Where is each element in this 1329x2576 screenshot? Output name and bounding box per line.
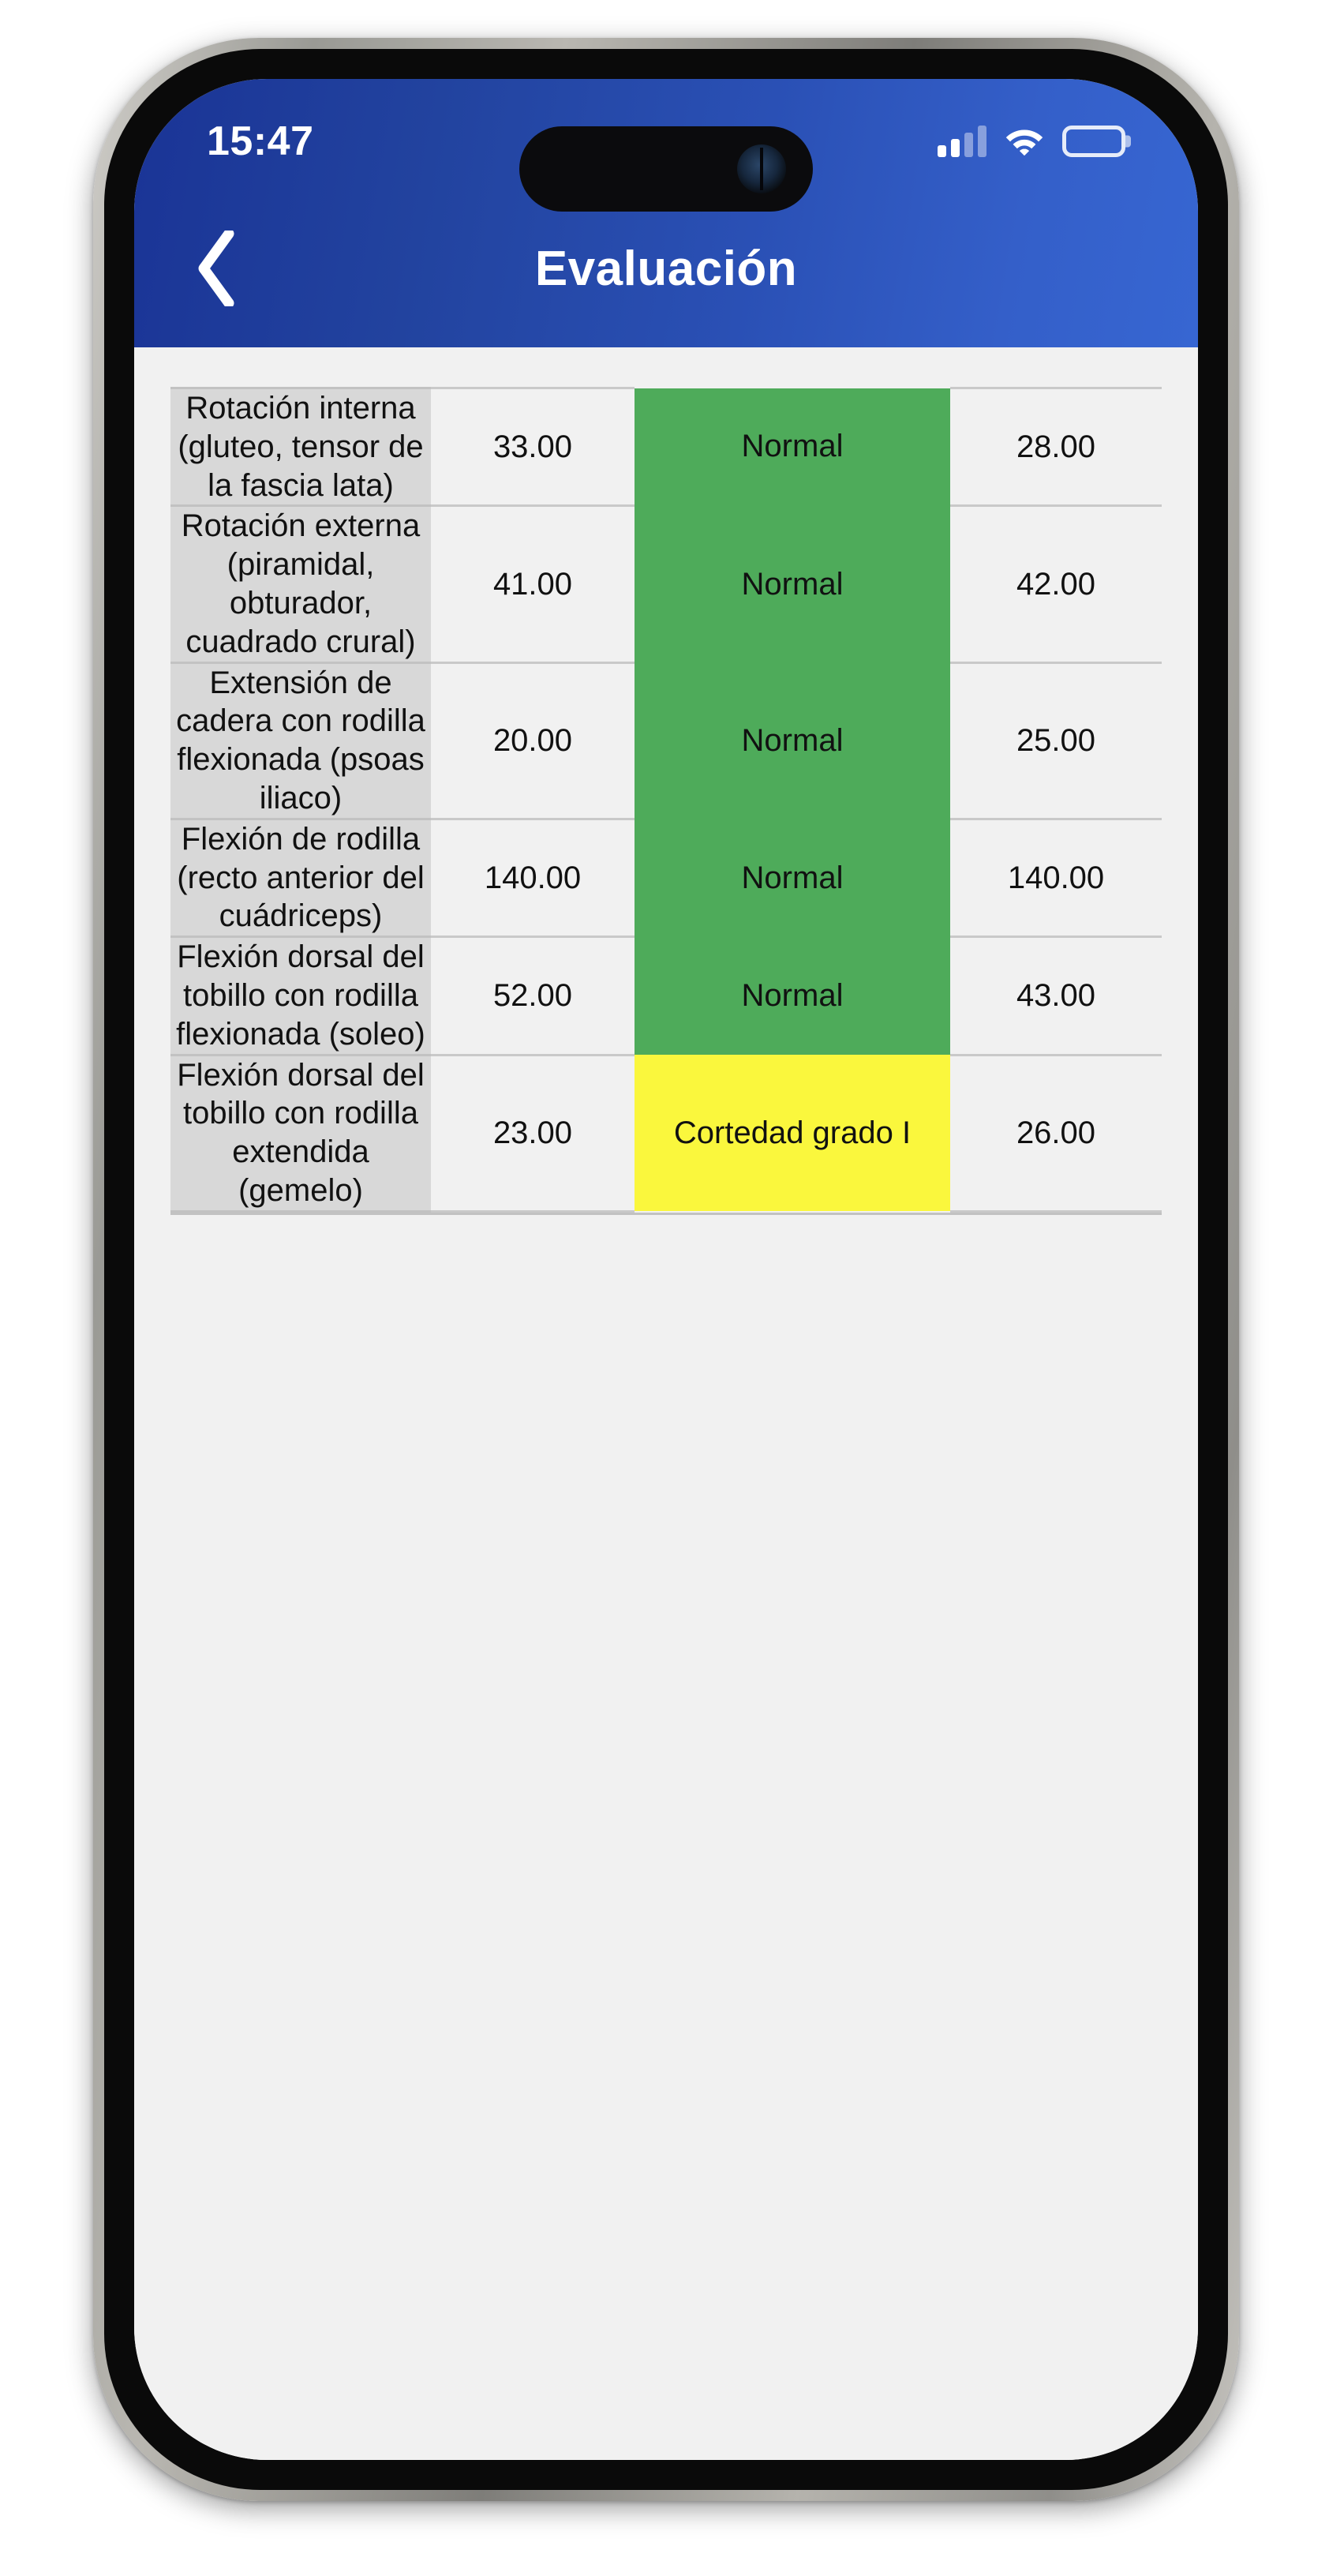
evaluation-content: Rotación interna (gluteo, tensor de la f… [134,347,1198,2460]
table-row[interactable]: Flexión dorsal del tobillo con rodilla f… [170,936,1162,1056]
row-measurement-name: Flexión de rodilla (recto anterior del c… [170,819,431,939]
row-right-value: 43.00 [950,936,1162,1056]
back-button[interactable] [169,221,264,316]
row-right-value: 28.00 [950,386,1162,508]
row-status-badge: Normal [635,662,950,819]
table-row[interactable]: Flexión de rodilla (recto anterior del c… [170,819,1162,939]
phone-device-frame: 15:47 Evaluación Rotación interna (glute… [93,38,1239,2501]
row-status-badge: Normal [635,505,950,663]
row-left-value: 140.00 [431,819,635,939]
row-status-badge: Normal [635,819,950,937]
phone-screen: 15:47 Evaluación Rotación interna (glute… [134,79,1198,2460]
app-bar: 15:47 Evaluación [134,79,1198,347]
row-measurement-name: Rotación interna (gluteo, tensor de la f… [170,386,431,508]
row-right-value: 42.00 [950,505,1162,664]
chevron-left-icon [196,231,237,306]
row-measurement-name: Extensión de cadera con rodilla flexiona… [170,662,431,820]
signal-bars-icon [938,126,986,157]
battery-icon [1062,126,1125,157]
table-row[interactable]: Rotación interna (gluteo, tensor de la f… [170,386,1162,508]
wifi-icon [1004,124,1045,159]
table-row[interactable]: Flexión dorsal del tobillo con rodilla e… [170,1055,1162,1213]
row-left-value: 52.00 [431,936,635,1056]
status-bar-time: 15:47 [207,118,314,164]
page-title: Evaluación [534,241,798,296]
table-row[interactable]: Extensión de cadera con rodilla flexiona… [170,662,1162,820]
row-measurement-name: Flexión dorsal del tobillo con rodilla e… [170,1055,431,1213]
status-bar-icons [938,110,1125,159]
evaluation-table: Rotación interna (gluteo, tensor de la f… [170,386,1162,1213]
row-measurement-name: Flexión dorsal del tobillo con rodilla f… [170,936,431,1056]
row-right-value: 25.00 [950,662,1162,820]
table-bottom-divider [170,1212,1162,1215]
row-measurement-name: Rotación externa (piramidal, obturador, … [170,505,431,664]
front-camera-icon [737,144,786,193]
row-right-value: 26.00 [950,1055,1162,1213]
row-right-value: 140.00 [950,819,1162,939]
row-left-value: 23.00 [431,1055,635,1213]
evaluation-table-body: Rotación interna (gluteo, tensor de la f… [170,386,1162,1213]
row-left-value: 33.00 [431,386,635,508]
row-status-badge: Cortedad grado I [635,1055,950,1212]
row-left-value: 20.00 [431,662,635,820]
phone-bezel: 15:47 Evaluación Rotación interna (glute… [104,49,1228,2490]
row-status-badge: Normal [635,936,950,1056]
table-row[interactable]: Rotación externa (piramidal, obturador, … [170,505,1162,664]
navigation-row: Evaluación [134,189,1198,347]
row-left-value: 41.00 [431,505,635,664]
row-status-badge: Normal [635,388,950,506]
